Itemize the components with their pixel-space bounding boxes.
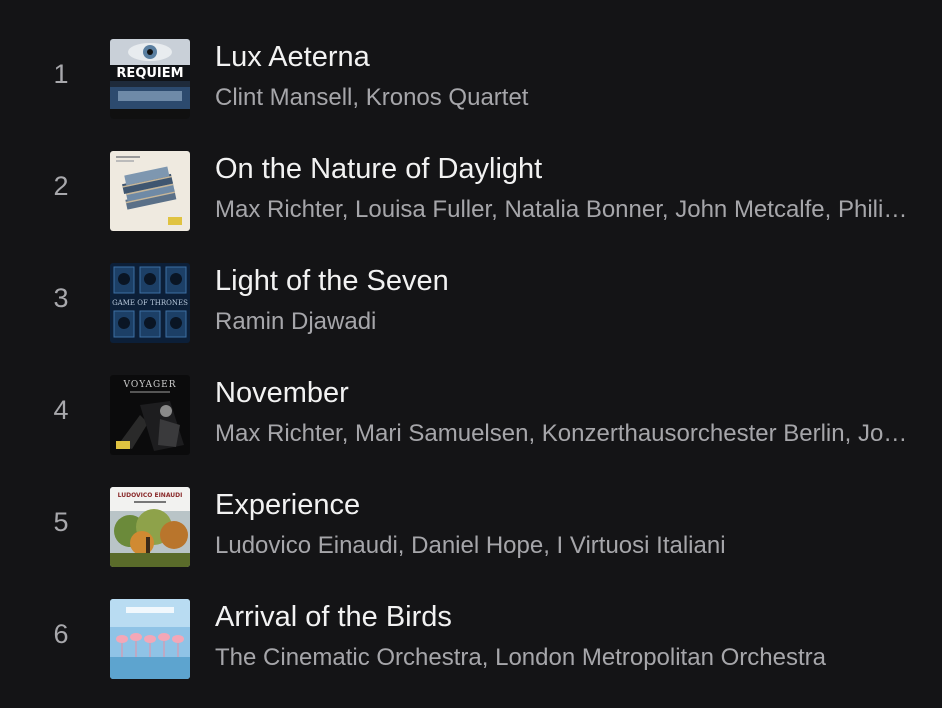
track-row[interactable]: 1 REQUIEM Lux Aeterna Clint Mansell, Kro…	[0, 36, 942, 148]
cover-title-text: LUDOVICO EINAUDI	[118, 492, 183, 499]
requiem-album-art[interactable]: REQUIEM	[110, 39, 190, 119]
track-title[interactable]: Arrival of the Birds	[215, 598, 452, 636]
blue-notebook-album-art[interactable]	[110, 151, 190, 231]
track-artists[interactable]: Ramin Djawadi	[215, 306, 920, 338]
cover-title-text: GAME OF THRONES	[112, 299, 188, 307]
track-number: 4	[53, 395, 69, 425]
track-number: 1	[53, 59, 69, 89]
track-artists[interactable]: Max Richter, Mari Samuelsen, Konzerthaus…	[215, 418, 920, 450]
track-number: 2	[53, 171, 69, 201]
track-row[interactable]: 3 GAME OF THRONES Light of the Seven Ram…	[0, 260, 942, 372]
ludovico-einaudi-album-art[interactable]: LUDOVICO EINAUDI	[110, 487, 190, 567]
track-title[interactable]: Lux Aeterna	[215, 38, 370, 76]
flamingos-album-art[interactable]	[110, 599, 190, 679]
track-artists[interactable]: Ludovico Einaudi, Daniel Hope, I Virtuos…	[215, 530, 920, 562]
cover-title-text: VOYAGER	[123, 380, 177, 390]
track-title[interactable]: Light of the Seven	[215, 262, 449, 300]
game-of-thrones-album-art[interactable]: GAME OF THRONES	[110, 263, 190, 343]
track-artists[interactable]: Clint Mansell, Kronos Quartet	[215, 82, 920, 114]
track-row[interactable]: 2 On the Nature of Daylight Max Richter,…	[0, 148, 942, 260]
track-row[interactable]: 4 VOYAGER November Max Richter, Mari Sam…	[0, 372, 942, 484]
track-row[interactable]: 5 LUDOVICO EINAUDI Experience Ludovico E…	[0, 484, 942, 596]
track-artists[interactable]: Max Richter, Louisa Fuller, Natalia Bonn…	[215, 194, 920, 226]
track-title[interactable]: November	[215, 374, 349, 412]
track-row[interactable]: 6 Arrival of the Birds The Cinematic Orc…	[0, 596, 942, 708]
track-artists[interactable]: The Cinematic Orchestra, London Metropol…	[215, 642, 920, 674]
track-number: 3	[53, 283, 69, 313]
tracklist: 1 REQUIEM Lux Aeterna Clint Mansell, Kro…	[0, 36, 942, 708]
track-number: 5	[53, 507, 69, 537]
voyager-album-art[interactable]: VOYAGER	[110, 375, 190, 455]
cover-title-text: REQUIEM	[116, 66, 183, 81]
track-title[interactable]: Experience	[215, 486, 360, 524]
track-title[interactable]: On the Nature of Daylight	[215, 150, 542, 188]
track-number: 6	[53, 619, 69, 649]
